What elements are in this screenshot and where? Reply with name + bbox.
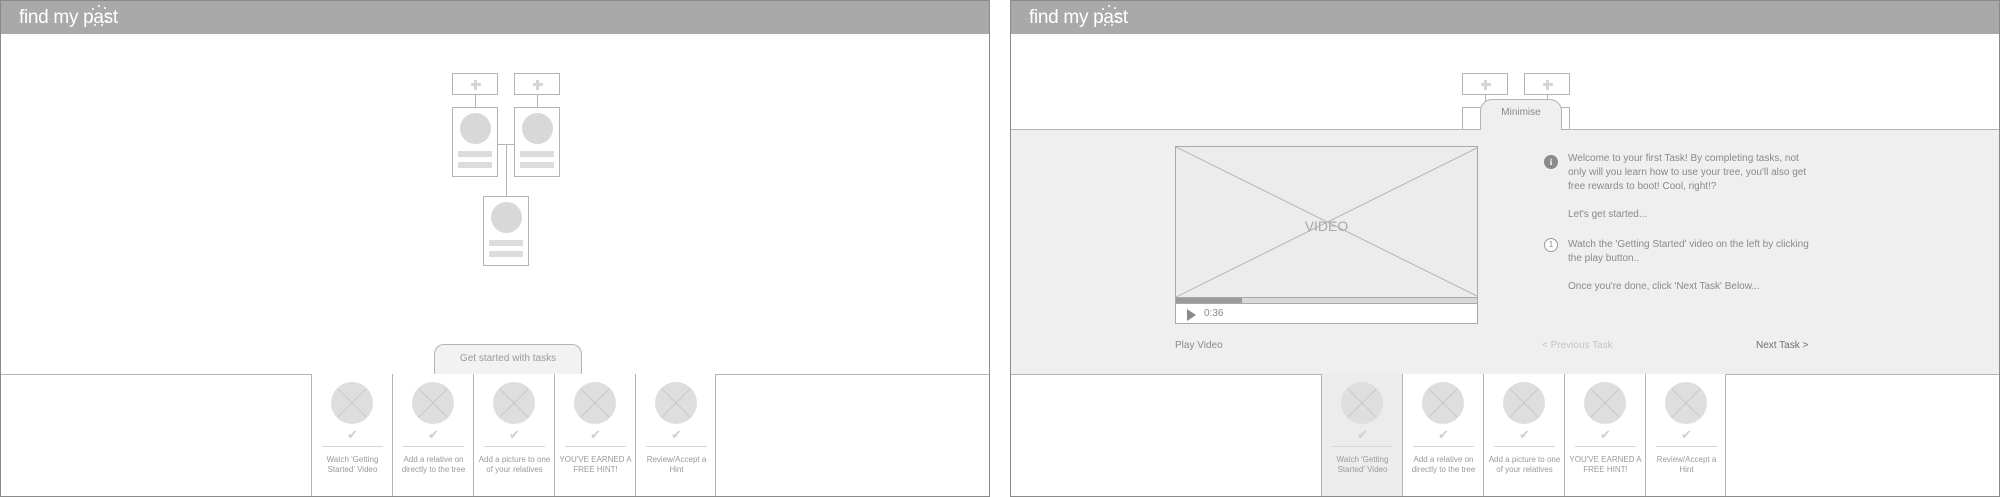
person-card-mother[interactable] [514,107,560,177]
task-label: Review/Accept a Hint [1656,455,1717,474]
task-label: Add a picture to one of your relatives [1488,455,1561,474]
task-image-placeholder-icon [1503,382,1545,424]
task-label: Watch 'Getting Started' Video [326,455,379,474]
checkmark-icon: ✔ [590,427,601,442]
avatar [522,113,553,144]
play-video-link[interactable]: Play Video [1175,340,1223,351]
info-icon: i [1544,155,1558,169]
checkmark-icon: ✔ [1600,427,1611,442]
avatar [460,113,491,144]
add-parent-button[interactable] [452,73,498,95]
task-image-placeholder-icon [1665,382,1707,424]
task-label: Add a relative on directly to the tree [401,455,466,474]
task-image-placeholder-icon [1341,382,1383,424]
previous-task-link[interactable]: < Previous Task [1542,340,1613,351]
task-image-placeholder-icon [493,382,535,424]
task-card-add-picture[interactable]: ✔ Add a picture to one of your relatives [1483,374,1564,496]
task-panel: VIDEO 0:36 Play Video i Welcome to your … [1011,129,1999,374]
task-image-placeholder-icon [655,382,697,424]
person-card-self[interactable] [483,196,529,266]
task-label: Review/Accept a Hint [646,455,707,474]
screen-tasks-expanded: find my past Minimise VIDEO 0:36 Play Vi… [1010,0,2000,497]
lets-get-started-text: Let's get started... [1568,209,1648,220]
task-image-placeholder-icon [331,382,373,424]
video-time: 0:36 [1204,308,1224,319]
task-image-placeholder-icon [1422,382,1464,424]
video-label: VIDEO [1304,218,1349,234]
task-strip: ✔ Watch 'Getting Started' Video ✔ Add a … [1321,374,1726,496]
once-done-text: Once you're done, click 'Next Task' Belo… [1568,281,1760,292]
task-image-placeholder-icon [412,382,454,424]
checkmark-icon: ✔ [1681,427,1692,442]
task-label: YOU'VE EARNED A FREE HINT! [1569,455,1642,474]
task-image-placeholder-icon [574,382,616,424]
checkmark-icon: ✔ [671,427,682,442]
task-label: Add a picture to one of your relatives [478,455,551,474]
screen-tasks-collapsed: find my past Get started with tasks ✔ Wa… [0,0,990,497]
task-card-review-hint[interactable]: ✔ Review/Accept a Hint [1645,374,1726,496]
video-player[interactable]: VIDEO 0:36 [1175,146,1478,324]
family-tree [1,1,989,301]
checkmark-icon: ✔ [1519,427,1530,442]
next-task-link[interactable]: Next Task > [1756,340,1808,351]
checkmark-icon: ✔ [1357,427,1368,442]
play-icon[interactable] [1187,309,1196,321]
task-card-free-hint[interactable]: ✔ YOU'VE EARNED A FREE HINT! [554,374,635,496]
welcome-text: Welcome to your first Task! By completin… [1568,153,1807,192]
task-card-watch-video[interactable]: ✔ Watch 'Getting Started' Video [1321,374,1402,496]
avatar [491,202,522,233]
step-number-badge: 1 [1544,238,1558,252]
person-card-father[interactable] [452,107,498,177]
tree-connector [537,95,538,107]
task-label: Watch 'Getting Started' Video [1336,455,1389,474]
task-card-free-hint[interactable]: ✔ YOU'VE EARNED A FREE HINT! [1564,374,1645,496]
task-card-watch-video[interactable]: ✔ Watch 'Getting Started' Video [311,374,392,496]
step-instruction-text: Watch the 'Getting Started' video on the… [1568,239,1809,264]
add-parent-button[interactable] [1524,73,1570,95]
checkmark-icon: ✔ [428,427,439,442]
task-card-add-picture[interactable]: ✔ Add a picture to one of your relatives [473,374,554,496]
task-label: Add a relative on directly to the tree [1411,455,1476,474]
checkmark-icon: ✔ [347,427,358,442]
task-card-add-relative[interactable]: ✔ Add a relative on directly to the tree [1402,374,1483,496]
tree-connector [506,144,507,196]
add-parent-button[interactable] [514,73,560,95]
task-strip: ✔ Watch 'Getting Started' Video ✔ Add a … [311,374,716,496]
video-controls: 0:36 [1176,303,1477,323]
task-card-review-hint[interactable]: ✔ Review/Accept a Hint [635,374,716,496]
task-label: YOU'VE EARNED A FREE HINT! [559,455,632,474]
checkmark-icon: ✔ [509,427,520,442]
checkmark-icon: ✔ [1438,427,1449,442]
add-parent-button[interactable] [1462,73,1508,95]
get-started-tasks-tab[interactable]: Get started with tasks [434,344,582,374]
task-card-add-relative[interactable]: ✔ Add a relative on directly to the tree [392,374,473,496]
minimise-tab[interactable]: Minimise [1480,99,1562,130]
tree-connector [475,95,476,107]
task-image-placeholder-icon [1584,382,1626,424]
